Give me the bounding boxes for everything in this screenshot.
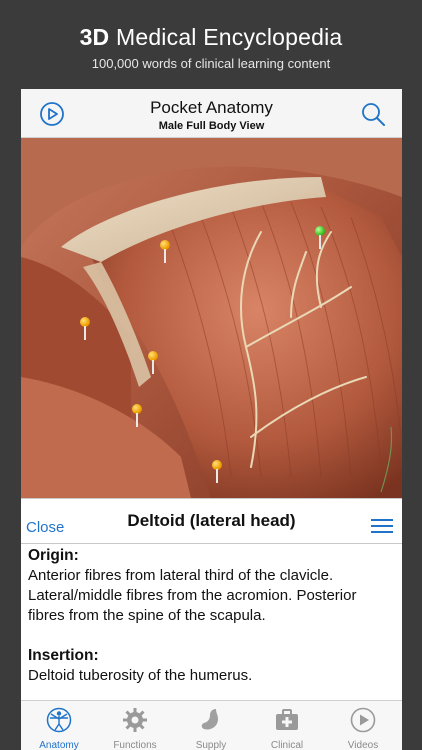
tab-clinical[interactable]: Clinical — [249, 701, 325, 750]
anatomy-3d-view[interactable] — [21, 137, 402, 498]
nav-title: Pocket Anatomy — [150, 98, 273, 117]
nav-bar: Pocket Anatomy Male Full Body View — [21, 89, 402, 138]
gear-icon — [122, 707, 148, 733]
info-body: Origin: Anterior fibres from lateral thi… — [28, 546, 396, 686]
search-icon[interactable] — [360, 101, 386, 127]
first-aid-kit-icon — [274, 707, 300, 733]
muscle-title: Deltoid (lateral head) — [127, 511, 296, 530]
promo-subtitle: 100,000 words of clinical learning conte… — [91, 56, 331, 71]
app-screen: Pocket Anatomy Male Full Body View Close… — [21, 89, 402, 750]
promo-title-bold: 3D — [79, 24, 110, 50]
marker-pin-selected[interactable] — [315, 226, 325, 250]
tab-functions-label: Functions — [113, 740, 157, 750]
shoulder-muscle-model — [21, 137, 402, 498]
promo-title-rest: Medical Encyclopedia — [109, 24, 343, 50]
nav-subtitle: Male Full Body View — [158, 120, 265, 132]
tab-functions[interactable]: Functions — [97, 701, 173, 750]
play-circle-icon — [350, 707, 376, 733]
vitruvian-man-icon — [46, 707, 72, 733]
tab-bar: Anatomy Functions Supply Clinical Videos — [21, 700, 402, 750]
tab-supply[interactable]: Supply — [173, 701, 249, 750]
tab-videos-label: Videos — [347, 740, 379, 750]
tab-videos[interactable]: Videos — [325, 701, 401, 750]
tab-clinical-label: Clinical — [270, 740, 304, 750]
tab-anatomy-label: Anatomy — [39, 740, 79, 750]
marker-pin[interactable] — [212, 460, 222, 484]
insertion-label: Insertion: — [28, 647, 99, 664]
stomach-icon — [198, 707, 224, 733]
marker-pin[interactable] — [148, 351, 158, 375]
info-header: Close Deltoid (lateral head) — [21, 498, 402, 544]
marker-pin[interactable] — [80, 317, 90, 341]
tab-anatomy[interactable]: Anatomy — [21, 701, 97, 750]
marker-pin[interactable] — [160, 240, 170, 264]
insertion-text: Deltoid tuberosity of the humerus. — [28, 667, 253, 684]
tab-supply-label: Supply — [195, 740, 227, 750]
origin-text: Anterior fibres from lateral third of th… — [28, 567, 357, 624]
menu-icon[interactable] — [371, 519, 393, 535]
marker-pin[interactable] — [132, 404, 142, 428]
promo-title: 3D Medical Encyclopedia — [0, 24, 422, 51]
origin-label: Origin: — [28, 547, 79, 564]
